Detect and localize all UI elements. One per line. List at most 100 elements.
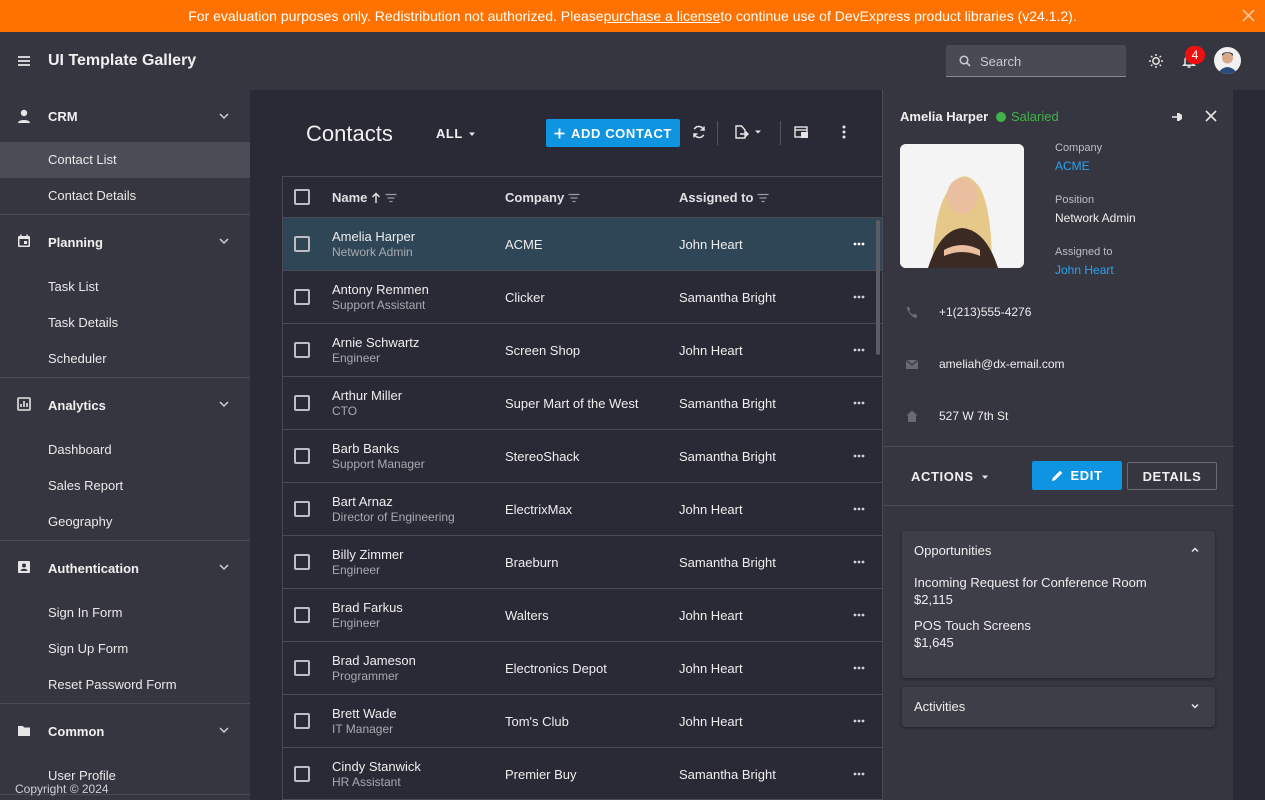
more-horizontal-icon[interactable] bbox=[853, 242, 865, 246]
filter-icon[interactable] bbox=[757, 193, 769, 203]
theme-toggle-icon[interactable] bbox=[1148, 53, 1164, 69]
sidebar: CRM Contact List Contact Details Plannin… bbox=[0, 90, 250, 800]
close-icon[interactable] bbox=[1205, 110, 1217, 122]
row-checkbox[interactable] bbox=[294, 395, 310, 411]
more-horizontal-icon[interactable] bbox=[853, 348, 865, 352]
column-header-name[interactable]: Name bbox=[332, 190, 397, 205]
row-checkbox[interactable] bbox=[294, 713, 310, 729]
pin-icon[interactable] bbox=[1171, 110, 1185, 124]
column-label: Company bbox=[505, 190, 565, 205]
nav-group-header-analytics[interactable]: Analytics bbox=[0, 378, 250, 432]
activities-header[interactable]: Activities bbox=[902, 687, 1215, 725]
activities-title: Activities bbox=[914, 699, 966, 714]
row-checkbox[interactable] bbox=[294, 501, 310, 517]
more-horizontal-icon[interactable] bbox=[853, 401, 865, 405]
table-row[interactable]: Arnie Schwartz Engineer Screen Shop John He… bbox=[283, 324, 882, 377]
grid-scrollbar[interactable] bbox=[876, 220, 880, 355]
search-box[interactable] bbox=[946, 45, 1126, 77]
row-checkbox[interactable] bbox=[294, 342, 310, 358]
select-all-checkbox[interactable] bbox=[294, 189, 310, 205]
contact-assigned: John Heart bbox=[679, 661, 743, 676]
nav-group-header-common[interactable]: Common bbox=[0, 704, 250, 758]
refresh-icon[interactable] bbox=[692, 125, 706, 139]
more-horizontal-icon[interactable] bbox=[853, 454, 865, 458]
nav-group-header-authentication[interactable]: Authentication bbox=[0, 541, 250, 595]
column-header-company[interactable]: Company bbox=[505, 190, 580, 205]
row-checkbox[interactable] bbox=[294, 660, 310, 676]
export-icon[interactable] bbox=[734, 125, 762, 139]
more-horizontal-icon[interactable] bbox=[853, 560, 865, 564]
contact-assigned: Samantha Bright bbox=[679, 290, 776, 305]
column-header-assigned-to[interactable]: Assigned to bbox=[679, 190, 769, 205]
opportunity-item[interactable]: POS Touch Screens $1,645 bbox=[902, 617, 1215, 651]
table-row[interactable]: Brad Farkus Engineer Walters John Heart bbox=[283, 589, 882, 642]
phone-row: +1(213)555-4276 bbox=[905, 305, 1031, 319]
company-link[interactable]: ACME bbox=[1055, 159, 1090, 173]
nav-group-analytics: Analytics Dashboard Sales Report Geograp… bbox=[0, 378, 250, 541]
more-horizontal-icon[interactable] bbox=[853, 613, 865, 617]
table-row[interactable]: Amelia Harper Network Admin ACME John Heart bbox=[283, 218, 882, 271]
table-row[interactable]: Brad Jameson Programmer Electronics Depot J… bbox=[283, 642, 882, 695]
contact-assigned: Samantha Bright bbox=[679, 449, 776, 464]
sidebar-item-sign-up-form[interactable]: Sign Up Form bbox=[0, 631, 250, 667]
more-horizontal-icon[interactable] bbox=[853, 666, 865, 670]
contact-assigned: Samantha Bright bbox=[679, 767, 776, 782]
sidebar-item-geography[interactable]: Geography bbox=[0, 504, 250, 540]
more-horizontal-icon[interactable] bbox=[853, 295, 865, 299]
details-label: DETAILS bbox=[1142, 468, 1202, 484]
column-chooser-icon[interactable] bbox=[794, 125, 809, 139]
filter-icon[interactable] bbox=[385, 193, 397, 203]
opportunity-amount: $1,645 bbox=[914, 635, 954, 650]
banner-close-icon[interactable] bbox=[1242, 9, 1255, 22]
nav-group-crm: CRM Contact List Contact Details bbox=[0, 90, 250, 215]
user-avatar[interactable] bbox=[1214, 47, 1241, 74]
edit-button[interactable]: EDIT bbox=[1032, 461, 1122, 490]
more-vertical-icon[interactable] bbox=[842, 125, 846, 139]
sidebar-item-contact-list[interactable]: Contact List bbox=[0, 142, 250, 178]
table-row[interactable]: Brett Wade IT Manager Tom's Club John Heart bbox=[283, 695, 882, 748]
more-horizontal-icon[interactable] bbox=[853, 507, 865, 511]
nav-group-header-crm[interactable]: CRM bbox=[0, 90, 250, 142]
filter-dropdown[interactable]: ALL bbox=[436, 126, 477, 141]
purchase-license-link[interactable]: purchase a license bbox=[604, 8, 721, 24]
position-value: Network Admin bbox=[1055, 211, 1136, 225]
sidebar-item-task-list[interactable]: Task List bbox=[0, 269, 250, 305]
search-input[interactable] bbox=[980, 51, 1120, 71]
sidebar-item-sign-in-form[interactable]: Sign In Form bbox=[0, 595, 250, 631]
filter-icon[interactable] bbox=[568, 193, 580, 203]
sidebar-item-task-details[interactable]: Task Details bbox=[0, 305, 250, 341]
sidebar-item-dashboard[interactable]: Dashboard bbox=[0, 432, 250, 468]
sidebar-item-contact-details[interactable]: Contact Details bbox=[0, 178, 250, 214]
table-row[interactable]: Antony Remmen Support Assistant Clicker Sam… bbox=[283, 271, 882, 324]
nav-group-header-planning[interactable]: Planning bbox=[0, 215, 250, 269]
table-row[interactable]: Billy Zimmer Engineer Braeburn Samantha Bri… bbox=[283, 536, 882, 589]
row-checkbox[interactable] bbox=[294, 289, 310, 305]
opportunity-item[interactable]: Incoming Request for Conference Room $2,… bbox=[902, 574, 1215, 608]
row-checkbox[interactable] bbox=[294, 236, 310, 252]
contact-name: Arnie Schwartz bbox=[332, 335, 420, 350]
row-checkbox[interactable] bbox=[294, 607, 310, 623]
table-row[interactable]: Bart Arnaz Director of Engineering Electri… bbox=[283, 483, 882, 536]
table-row[interactable]: Barb Banks Support Manager StereoShack Sama… bbox=[283, 430, 882, 483]
more-horizontal-icon[interactable] bbox=[853, 772, 865, 776]
chevron-down-icon bbox=[1191, 703, 1199, 709]
row-checkbox[interactable] bbox=[294, 766, 310, 782]
assigned-link[interactable]: John Heart bbox=[1055, 263, 1114, 277]
table-row[interactable]: Cindy Stanwick HR Assistant Premier Buy Sam… bbox=[283, 748, 882, 799]
row-checkbox[interactable] bbox=[294, 554, 310, 570]
opportunities-header[interactable]: Opportunities bbox=[902, 531, 1215, 569]
row-checkbox[interactable] bbox=[294, 448, 310, 464]
actions-dropdown[interactable]: ACTIONS bbox=[911, 469, 990, 484]
sidebar-item-scheduler[interactable]: Scheduler bbox=[0, 341, 250, 377]
details-button[interactable]: DETAILS bbox=[1127, 462, 1217, 490]
sidebar-item-reset-password-form[interactable]: Reset Password Form bbox=[0, 667, 250, 703]
more-horizontal-icon[interactable] bbox=[853, 719, 865, 723]
menu-icon[interactable] bbox=[15, 52, 33, 70]
column-label: Assigned to bbox=[679, 190, 754, 205]
address-row: 527 W 7th St bbox=[905, 409, 1008, 423]
contact-company: Clicker bbox=[505, 290, 545, 305]
add-contact-button[interactable]: ADD CONTACT bbox=[546, 119, 680, 147]
table-row[interactable]: Arthur Miller CTO Super Mart of the West Sa… bbox=[283, 377, 882, 430]
sidebar-item-sales-report[interactable]: Sales Report bbox=[0, 468, 250, 504]
app-header: UI Template Gallery 4 bbox=[0, 32, 1265, 90]
